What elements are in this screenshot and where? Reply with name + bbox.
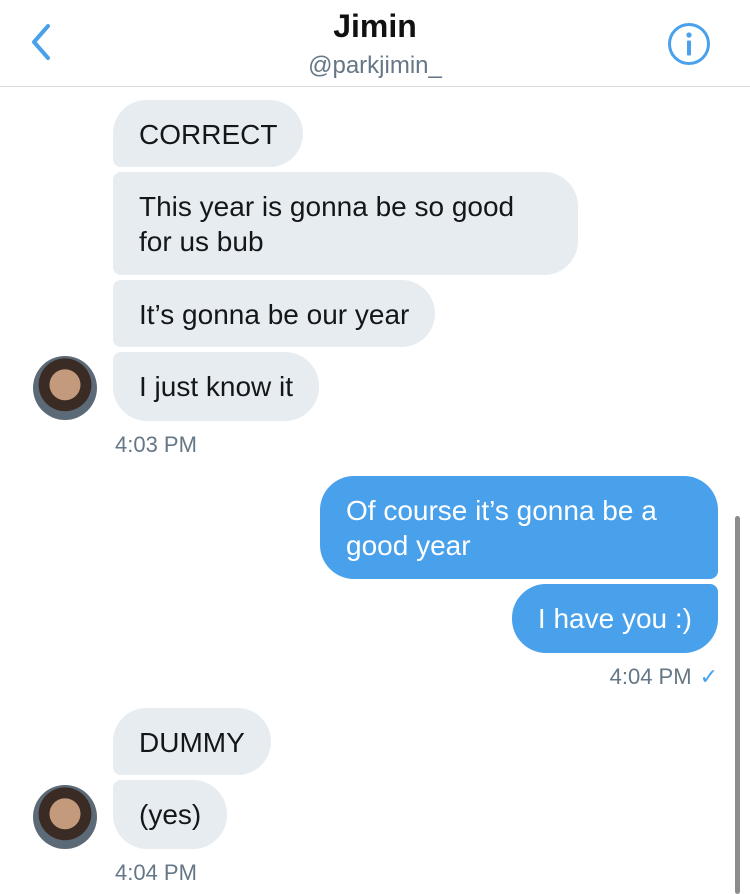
incoming-message[interactable]: CORRECT: [113, 100, 304, 167]
conversation-header: Jimin @parkjimin_: [0, 0, 750, 87]
message-timestamp: 4:04 PM: [115, 860, 197, 885]
avatar[interactable]: [33, 356, 97, 420]
incoming-message[interactable]: This year is gonna be so good for us bub: [113, 172, 578, 275]
avatar[interactable]: [33, 785, 97, 849]
info-circle-icon: [668, 23, 710, 65]
timestamp-text: 4:04 PM: [609, 664, 692, 689]
outgoing-message[interactable]: I have you :): [511, 584, 718, 653]
incoming-message[interactable]: It’s gonna be our year: [113, 280, 436, 347]
contact-name[interactable]: Jimin: [0, 8, 750, 45]
info-button[interactable]: [667, 22, 711, 66]
incoming-message[interactable]: DUMMY: [113, 708, 271, 775]
outgoing-message[interactable]: Of course it’s gonna be a good year: [320, 476, 718, 579]
contact-handle[interactable]: @parkjimin_: [0, 52, 750, 80]
read-check-icon: ✓: [699, 664, 718, 689]
message-timestamp: 4:04 PM ✓: [610, 664, 718, 690]
scrollbar[interactable]: [735, 516, 740, 894]
message-timestamp: 4:03 PM: [115, 432, 197, 457]
incoming-message[interactable]: (yes): [113, 780, 228, 849]
message-thread[interactable]: CORRECT This year is gonna be so good fo…: [0, 88, 750, 894]
incoming-message[interactable]: I just know it: [113, 352, 320, 421]
